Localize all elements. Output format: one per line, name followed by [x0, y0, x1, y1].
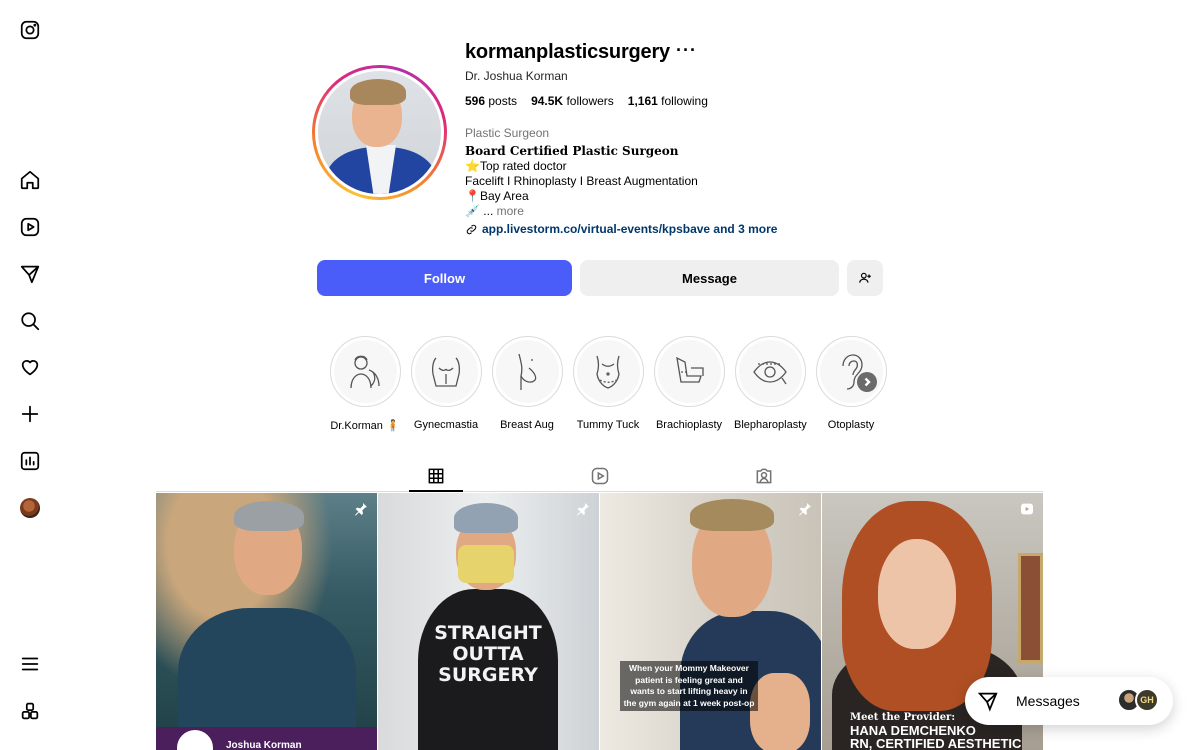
profile-category: Plastic Surgeon — [465, 126, 550, 140]
highlight-blepharoplasty[interactable]: Blepharoplasty — [734, 336, 807, 431]
avatar: GH — [1135, 688, 1159, 712]
more-options-button[interactable]: ··· — [676, 40, 697, 61]
search-icon[interactable] — [18, 309, 42, 333]
tab-reels[interactable] — [573, 460, 627, 492]
follow-button[interactable]: Follow — [317, 260, 572, 296]
messages-label: Messages — [1016, 693, 1080, 709]
instagram-logo-icon[interactable] — [18, 18, 42, 42]
bio-line: 📍Bay Area — [465, 189, 529, 203]
highlight-breast-aug[interactable]: Breast Aug — [491, 336, 563, 431]
posts-count-stat: 596 posts — [465, 94, 518, 108]
create-icon[interactable] — [18, 402, 42, 426]
posts-grid: Joshua Korman STRAIGHT OUTTA SURGERY Whe… — [156, 493, 1043, 750]
post-thumbnail[interactable]: STRAIGHT OUTTA SURGERY — [378, 493, 599, 750]
menu-icon[interactable] — [18, 652, 42, 676]
profile-photo — [318, 71, 441, 194]
surgeon-sketch-icon — [350, 355, 380, 388]
sidebar-nav — [0, 0, 60, 750]
pin-icon — [575, 501, 591, 517]
bio-line: Facelift I Rhinoplasty I Breast Augmenta… — [465, 174, 698, 188]
highlight-gynecomastia[interactable]: Gynecmastia — [410, 336, 482, 431]
tab-posts[interactable] — [409, 460, 463, 492]
eye-icon — [753, 360, 787, 384]
shirt-text: STRAIGHT OUTTA SURGERY — [434, 622, 542, 686]
profile-username: kormanplasticsurgery — [465, 41, 670, 63]
breast-profile-icon — [518, 353, 537, 390]
post-caption-big: RN, CERTIFIED AESTHETIC — [850, 736, 1022, 750]
post-thumbnail[interactable]: Joshua Korman — [156, 493, 377, 750]
male-torso-icon — [431, 357, 461, 387]
hand — [750, 673, 810, 750]
tab-tagged[interactable] — [737, 460, 791, 492]
chevron-right-icon — [864, 377, 871, 387]
highlight-brachioplasty[interactable]: Brachioplasty — [653, 336, 725, 431]
bio-line: Board Certified Plastic Surgeon — [465, 144, 679, 158]
abdomen-icon — [596, 355, 620, 389]
reels-icon[interactable] — [18, 215, 42, 239]
profile-stats: 596 posts 94.5K followers 1,161 followin… — [465, 94, 708, 108]
add-person-icon — [859, 272, 871, 283]
pin-icon — [353, 501, 369, 517]
face-mask — [458, 545, 514, 583]
reel-icon — [1019, 501, 1035, 517]
profile-link[interactable]: app.livestorm.co/virtual-events/kpsbave … — [465, 222, 777, 236]
post-thumbnail[interactable]: When your Mommy Makeover patient is feel… — [600, 493, 821, 750]
message-avatars: GH — [1117, 688, 1159, 714]
post-caption: Joshua Korman — [226, 740, 302, 750]
bio-more-link[interactable]: more — [497, 204, 524, 218]
profile-avatar-icon[interactable] — [20, 498, 40, 518]
profile-picture[interactable] — [312, 65, 447, 200]
suggest-users-button[interactable] — [847, 260, 883, 296]
surgical-cap — [454, 503, 518, 533]
arm-icon — [676, 356, 704, 383]
send-message-icon — [977, 692, 998, 712]
highlight-dr-korman[interactable]: Dr.Korman 🧍 — [329, 336, 401, 432]
profile-full-name: Dr. Joshua Korman — [465, 69, 568, 83]
followers-count-stat[interactable]: 94.5K followers — [531, 94, 614, 108]
reels-tab-icon — [591, 467, 609, 485]
wall-frame — [1018, 553, 1043, 663]
posts-grid-icon — [428, 468, 444, 484]
dashboard-icon[interactable] — [18, 449, 42, 473]
notifications-icon[interactable] — [18, 355, 42, 379]
more-apps-icon[interactable] — [18, 699, 42, 723]
tagged-icon — [756, 468, 772, 484]
link-icon — [466, 224, 477, 234]
messages-button[interactable]: Messages GH — [965, 677, 1173, 725]
active-tab-indicator — [409, 490, 463, 492]
message-button[interactable]: Message — [580, 260, 839, 296]
tabs-divider — [156, 491, 1043, 492]
post-caption: When your Mommy Makeover patient is feel… — [620, 661, 758, 711]
pin-icon — [797, 501, 813, 517]
highlights-next-button[interactable] — [857, 372, 877, 392]
highlight-tummy-tuck[interactable]: Tummy Tuck — [572, 336, 644, 431]
profile-link-text: app.livestorm.co/virtual-events/kpsbave … — [482, 222, 778, 236]
home-icon[interactable] — [18, 168, 42, 192]
post-caption-small: Meet the Provider: — [850, 712, 956, 723]
following-count-stat[interactable]: 1,161 following — [628, 94, 708, 108]
profile-bio: Board Certified Plastic Surgeon ⭐Top rat… — [465, 144, 698, 219]
story-highlights: Dr.Korman 🧍 Gynecmastia Breast Aug Tummy… — [329, 336, 889, 436]
bio-line: ⭐Top rated doctor — [465, 159, 567, 173]
explore-icon[interactable] — [18, 262, 42, 286]
bio-line: 💉 ... more — [465, 204, 524, 218]
